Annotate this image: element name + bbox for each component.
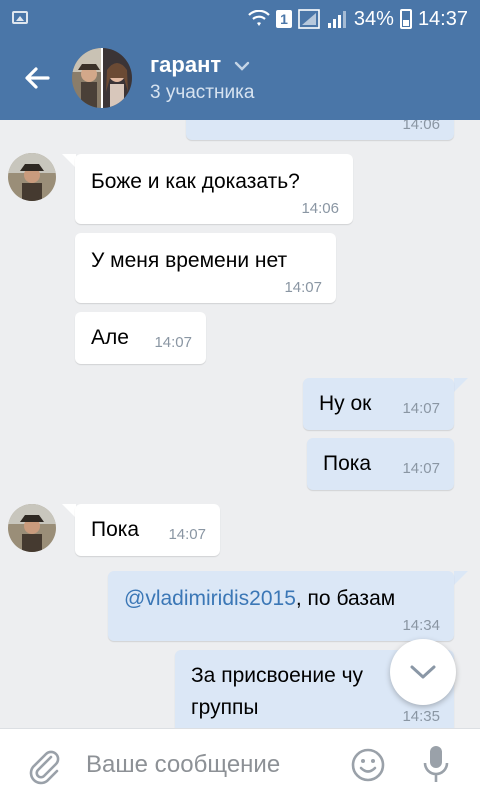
mention-link[interactable]: @vladimiridis2015 <box>124 587 296 610</box>
chevron-down-icon <box>410 665 436 679</box>
message-text-line2: группы <box>191 696 259 719</box>
message-text: @vladimiridis2015, по базам <box>124 587 395 611</box>
bubble-tail <box>454 571 468 585</box>
sender-avatar[interactable] <box>8 504 56 552</box>
message-time: 14:07 <box>402 400 440 417</box>
clock: 14:37 <box>417 7 468 30</box>
message-composer <box>0 728 480 800</box>
message-time: 14:35 <box>402 708 440 725</box>
chat-title[interactable]: гарант <box>150 52 251 78</box>
microphone-icon[interactable] <box>420 743 452 787</box>
message-text: У меня времени нет <box>91 249 288 272</box>
gallery-notification-icon <box>12 11 28 24</box>
smiley-icon[interactable] <box>350 747 386 783</box>
bubble-tail <box>62 504 76 518</box>
chat-subtitle: 3 участника <box>150 82 255 103</box>
message-text: Пока <box>91 518 140 541</box>
message-time: 14:07 <box>168 526 206 543</box>
scroll-down-button[interactable] <box>390 639 456 705</box>
message-bubble-outgoing[interactable]: Пока 14:07 <box>307 438 454 490</box>
message-time: 14:06 <box>301 200 339 217</box>
message-text: Ну ок <box>319 392 372 415</box>
message-bubble-incoming[interactable]: У меня времени нет 14:07 <box>75 233 336 303</box>
message-bubble-incoming[interactable]: Але 14:07 <box>75 312 206 364</box>
message-time: 14:07 <box>154 334 192 351</box>
group-avatar[interactable] <box>72 48 132 108</box>
sim-badge: 1 <box>276 10 292 28</box>
message-text-line1: За присвоение чу <box>191 664 364 687</box>
battery-percent: 34% <box>353 7 394 30</box>
message-bubble-outgoing[interactable]: @vladimiridis2015, по базам 14:34 <box>108 571 454 641</box>
sender-avatar-image <box>8 153 56 201</box>
status-indicators: 1 34% 14:37 <box>248 6 468 32</box>
chevron-down-icon <box>235 61 250 71</box>
message-bubble-incoming[interactable]: Боже и как доказать? 14:06 <box>75 154 353 224</box>
chat-title-text: гарант <box>150 52 222 77</box>
message-time: 14:06 <box>402 120 440 133</box>
signal-sim1-icon <box>298 9 320 29</box>
message-bubble-incoming[interactable]: Пока 14:07 <box>75 504 220 556</box>
bubble-tail <box>62 154 76 168</box>
message-bubble-outgoing[interactable]: Ну ок 14:07 <box>303 378 454 430</box>
message-time: 14:34 <box>402 617 440 634</box>
message-text-rest: , по базам <box>295 587 396 610</box>
sender-avatar-image <box>8 504 56 552</box>
message-input[interactable] <box>86 749 336 781</box>
message-text: Пока <box>323 452 372 475</box>
sender-avatar[interactable] <box>8 153 56 201</box>
battery-icon <box>399 9 412 29</box>
group-avatar-image <box>72 48 132 108</box>
message-text: Боже и как доказать? <box>91 170 300 193</box>
message-bubble-outgoing[interactable]: 14:06 <box>186 120 454 140</box>
bubble-tail <box>454 378 468 392</box>
message-time: 14:07 <box>402 460 440 477</box>
signal-bars-icon <box>327 11 346 28</box>
status-bar: 1 34% 14:37 <box>0 0 480 36</box>
wifi-icon <box>248 10 270 26</box>
back-arrow-icon[interactable] <box>18 58 58 98</box>
chat-header: гарант 3 участника <box>0 36 480 120</box>
paperclip-icon[interactable] <box>24 745 64 785</box>
message-text: Але <box>91 326 129 349</box>
message-list[interactable]: 14:06 Боже и как доказать? 14:06 У меня … <box>0 120 480 728</box>
message-time: 14:07 <box>284 279 322 296</box>
